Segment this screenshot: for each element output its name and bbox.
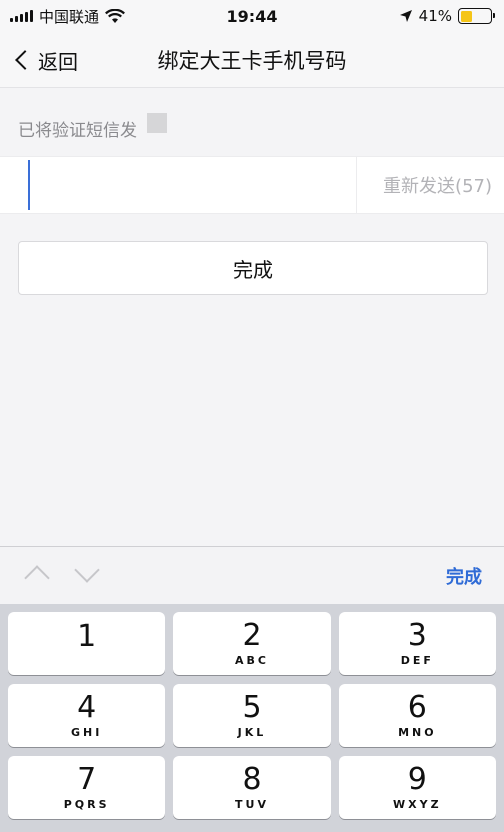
key-8[interactable]: 8 TUV <box>173 756 331 819</box>
keyboard-done-button[interactable]: 完成 <box>446 547 482 605</box>
key-5[interactable]: 5 JKL <box>173 684 331 747</box>
key-letters: TUV <box>235 798 269 811</box>
status-left: 中国联通 <box>10 6 125 27</box>
carrier-name: 中国联通 <box>39 7 100 26</box>
done-button[interactable]: 完成 <box>18 241 488 295</box>
battery-fill <box>460 10 473 22</box>
status-bar: 中国联通 19:44 41% <box>0 0 504 32</box>
chevron-up-icon[interactable] <box>24 565 50 591</box>
sms-sent-hint-text: 已将验证短信发 <box>18 121 137 141</box>
battery-percent: 41% <box>418 7 452 25</box>
key-letters: WXYZ <box>393 798 442 811</box>
key-1[interactable]: 1 <box>8 612 166 675</box>
verification-code-input[interactable] <box>0 157 356 213</box>
key-4[interactable]: 4 GHI <box>8 684 166 747</box>
chevron-down-icon[interactable] <box>74 557 100 583</box>
signal-icon <box>10 10 33 22</box>
key-digit: 8 <box>242 762 262 797</box>
keyboard-accessory-bar: 完成 <box>0 546 504 604</box>
back-label: 返回 <box>38 49 78 74</box>
wifi-icon <box>105 8 125 23</box>
sms-sent-hint: 已将验证短信发 <box>18 112 167 141</box>
resend-button[interactable]: 重新发送(57) <box>356 157 504 213</box>
location-arrow-icon <box>399 10 412 22</box>
key-letters: GHI <box>71 726 103 739</box>
key-digit: 1 <box>77 618 97 654</box>
navigation-bar: 返回 绑定大王卡手机号码 <box>0 32 504 88</box>
key-letters: ABC <box>235 654 269 667</box>
back-button[interactable]: 返回 <box>12 32 78 88</box>
key-letters: JKL <box>237 726 267 739</box>
key-digit: 5 <box>242 690 262 725</box>
key-7[interactable]: 7 PQRS <box>8 756 166 819</box>
key-letters: MNO <box>398 726 437 739</box>
key-digit: 2 <box>242 618 262 653</box>
text-caret <box>28 160 30 210</box>
key-3[interactable]: 3 DEF <box>338 612 496 675</box>
status-right: 41% <box>399 7 495 25</box>
numeric-keypad: 1 2 ABC 3 DEF 4 GHI 5 JKL 6 MNO 7 PQRS 8 TUV 9 WXYZ <box>0 604 504 832</box>
key-digit: 4 <box>77 690 97 725</box>
battery-icon <box>458 8 495 24</box>
verification-code-row: 重新发送(57) <box>0 156 504 214</box>
key-letters: PQRS <box>63 798 110 811</box>
key-letters: DEF <box>400 654 434 667</box>
key-6[interactable]: 6 MNO <box>338 684 496 747</box>
key-digit: 3 <box>407 618 427 653</box>
key-9[interactable]: 9 WXYZ <box>338 756 496 819</box>
key-digit: 7 <box>77 762 97 797</box>
key-2[interactable]: 2 ABC <box>173 612 331 675</box>
key-digit: 6 <box>407 690 427 725</box>
chevron-left-icon <box>15 50 35 70</box>
key-digit: 9 <box>407 762 427 797</box>
redacted-block <box>147 112 167 133</box>
